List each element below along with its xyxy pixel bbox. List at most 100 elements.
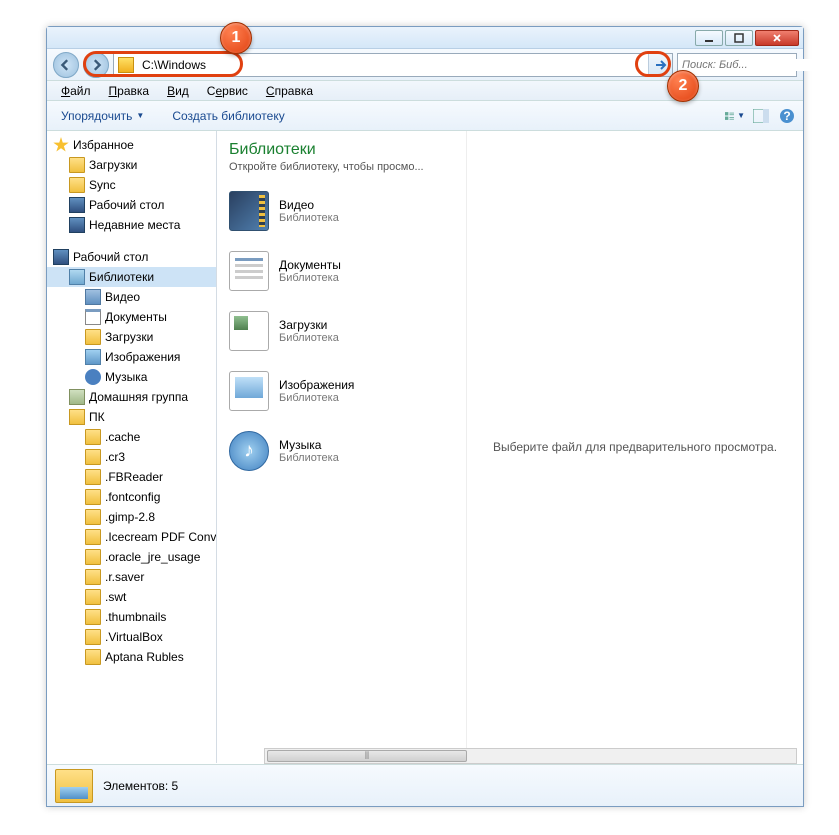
tree-libraries[interactable]: Библиотеки xyxy=(47,267,216,287)
body: Избранное Загрузки Sync Рабочий стол Нед… xyxy=(47,131,803,763)
tree-favorites[interactable]: Избранное xyxy=(47,135,216,155)
search-input[interactable] xyxy=(682,59,825,71)
folder-icon xyxy=(85,629,101,645)
library-icon xyxy=(55,769,93,803)
forward-button[interactable] xyxy=(83,52,109,78)
tree-pc[interactable]: ПК xyxy=(47,407,216,427)
library-item[interactable]: МузыкаБиблиотека xyxy=(229,427,454,475)
tree-desktop[interactable]: Рабочий стол xyxy=(47,247,216,267)
create-library-button[interactable]: Создать библиотеку xyxy=(164,106,292,126)
search-box[interactable] xyxy=(677,53,797,77)
tree-item[interactable]: .gimp-2.8 xyxy=(47,507,216,527)
folder-icon xyxy=(85,649,101,665)
folder-icon xyxy=(85,609,101,625)
tree-item[interactable]: Изображения xyxy=(47,347,216,367)
help-button[interactable]: ? xyxy=(777,106,797,126)
view-mode-button[interactable]: ▼ xyxy=(725,106,745,126)
caption-bar xyxy=(47,27,803,49)
tree-item[interactable]: Рабочий стол xyxy=(47,195,216,215)
tree-item[interactable]: Недавние места xyxy=(47,215,216,235)
page-title: Библиотеки xyxy=(229,141,454,159)
tree-item[interactable]: .cr3 xyxy=(47,447,216,467)
menu-help[interactable]: Справка xyxy=(258,82,321,100)
tree-item[interactable]: Музыка xyxy=(47,367,216,387)
libraries-icon xyxy=(69,269,85,285)
status-text: Элементов: 5 xyxy=(103,779,178,793)
folder-icon xyxy=(85,569,101,585)
menu-file[interactable]: ФФайлайл xyxy=(53,82,99,100)
video-icon xyxy=(85,289,101,305)
library-list: Библиотеки Откройте библиотеку, чтобы пр… xyxy=(217,131,467,763)
library-item[interactable]: ЗагрузкиБиблиотека xyxy=(229,307,454,355)
tree-item[interactable]: .FBReader xyxy=(47,467,216,487)
menu-edit[interactable]: Правка xyxy=(101,82,158,100)
go-button[interactable] xyxy=(648,54,672,76)
tree-item[interactable]: .thumbnails xyxy=(47,607,216,627)
scrollbar-thumb[interactable] xyxy=(267,750,467,762)
tree-item[interactable]: .VirtualBox xyxy=(47,627,216,647)
tree-item[interactable]: Загрузки xyxy=(47,155,216,175)
tree-homegroup[interactable]: Домашняя группа xyxy=(47,387,216,407)
minimize-button[interactable] xyxy=(695,30,723,46)
library-item[interactable]: ИзображенияБиблиотека xyxy=(229,367,454,415)
content: Библиотеки Откройте библиотеку, чтобы пр… xyxy=(217,131,803,763)
folder-icon xyxy=(85,429,101,445)
tree-item[interactable]: .Icecream PDF Conv xyxy=(47,527,216,547)
tree-item[interactable]: .r.saver xyxy=(47,567,216,587)
callout-1: 1 xyxy=(220,22,252,54)
preview-pane: Выберите файл для предварительного просм… xyxy=(467,131,803,763)
desktop-icon xyxy=(53,249,69,265)
maximize-button[interactable] xyxy=(725,30,753,46)
tree-item[interactable]: Sync xyxy=(47,175,216,195)
tree-item[interactable]: Загрузки xyxy=(47,327,216,347)
menu-view[interactable]: Вид xyxy=(159,82,197,100)
folder-icon xyxy=(85,489,101,505)
folder-icon xyxy=(118,57,134,73)
tree-item[interactable]: .fontconfig xyxy=(47,487,216,507)
video-icon xyxy=(229,191,269,231)
tree-item[interactable]: .oracle_jre_usage xyxy=(47,547,216,567)
tree-item[interactable]: Документы xyxy=(47,307,216,327)
page-subtitle: Откройте библиотеку, чтобы просмо... xyxy=(229,161,454,173)
music-icon xyxy=(229,431,269,471)
toolbar: Упорядочить▼ Создать библиотеку ▼ ? xyxy=(47,101,803,131)
star-icon xyxy=(53,137,69,153)
folder-icon xyxy=(69,157,85,173)
download-icon xyxy=(229,311,269,351)
folder-icon xyxy=(85,449,101,465)
picture-icon xyxy=(229,371,269,411)
preview-pane-button[interactable] xyxy=(751,106,771,126)
folder-icon xyxy=(85,509,101,525)
tree-item[interactable]: Видео xyxy=(47,287,216,307)
status-bar: Элементов: 5 xyxy=(47,764,803,806)
back-button[interactable] xyxy=(53,52,79,78)
places-icon xyxy=(69,217,85,233)
tree-item[interactable]: .cache xyxy=(47,427,216,447)
music-icon xyxy=(85,369,101,385)
tree-item[interactable]: .swt xyxy=(47,587,216,607)
tree-item[interactable]: Aptana Rubles xyxy=(47,647,216,667)
folder-icon xyxy=(85,529,101,545)
horizontal-scrollbar[interactable] xyxy=(264,748,797,764)
close-button[interactable] xyxy=(755,30,799,46)
address-bar[interactable] xyxy=(113,53,673,77)
organize-button[interactable]: Упорядочить▼ xyxy=(53,106,152,126)
library-item[interactable]: ВидеоБиблиотека xyxy=(229,187,454,235)
folder-icon xyxy=(69,177,85,193)
sidebar: Избранное Загрузки Sync Рабочий стол Нед… xyxy=(47,131,217,763)
folder-icon xyxy=(85,589,101,605)
doc-icon xyxy=(85,309,101,325)
homegroup-icon xyxy=(69,389,85,405)
folder-icon xyxy=(85,549,101,565)
doc-icon xyxy=(229,251,269,291)
explorer-window: ФФайлайл Правка Вид Сервис Справка Упоря… xyxy=(46,26,804,807)
folder-icon xyxy=(85,469,101,485)
menu-tools[interactable]: Сервис xyxy=(199,82,256,100)
library-item[interactable]: ДокументыБиблиотека xyxy=(229,247,454,295)
address-input[interactable] xyxy=(138,54,648,76)
pc-icon xyxy=(69,409,85,425)
picture-icon xyxy=(85,349,101,365)
folder-icon xyxy=(85,329,101,345)
desktop-icon xyxy=(69,197,85,213)
callout-2: 2 xyxy=(667,70,699,102)
